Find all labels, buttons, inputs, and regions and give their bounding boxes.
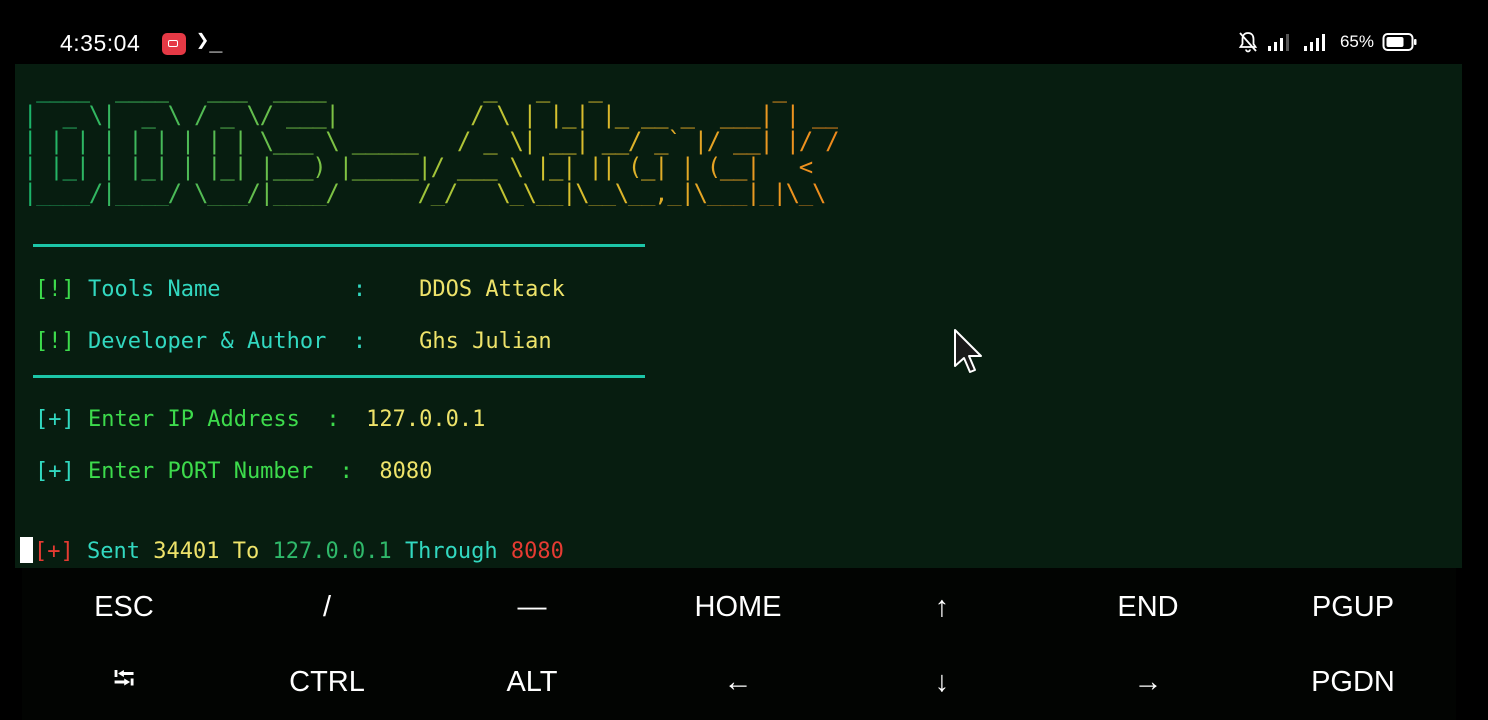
status-bar: 4:35:04 ❯_ 65% — [0, 0, 1488, 64]
key-tab[interactable]: ⭾ — [22, 647, 226, 717]
bell-off-icon — [1238, 31, 1258, 53]
key-alt[interactable]: ALT — [430, 647, 634, 717]
termux-icon: ❯_ — [196, 28, 223, 53]
key-esc[interactable]: ESC — [22, 572, 226, 642]
screen-record-icon — [162, 33, 186, 55]
key-slash[interactable]: / — [225, 572, 429, 642]
key-down-arrow[interactable]: ↓ — [840, 647, 1044, 717]
prompt-line-port: [+] Enter PORT Number : 8080 — [35, 459, 433, 484]
key-right-arrow[interactable]: → — [1046, 647, 1250, 717]
info-line-tool-name: [!] Tools Name : DDOS Attack — [35, 277, 565, 302]
signal-icon-sim2 — [1302, 32, 1330, 52]
key-pgdn[interactable]: PGDN — [1251, 647, 1455, 717]
extra-keys-bar: ESC / — HOME ↑ END PGUP ⭾ CTRL ALT ← ↓ →… — [22, 568, 1456, 720]
key-pgup[interactable]: PGUP — [1251, 572, 1455, 642]
status-right: 65% — [1238, 31, 1418, 53]
signal-icon-sim1 — [1266, 32, 1294, 52]
key-ctrl[interactable]: CTRL — [225, 647, 429, 717]
key-end[interactable]: END — [1046, 572, 1250, 642]
prompt-line-ip: [+] Enter IP Address : 127.0.0.1 — [35, 407, 486, 432]
battery-icon — [1382, 32, 1418, 52]
divider-top — [33, 244, 645, 247]
battery-percent: 65% — [1339, 32, 1374, 51]
terminal-cursor — [20, 537, 33, 563]
key-left-arrow[interactable]: ← — [636, 647, 840, 717]
terminal-output[interactable]: ____ ____ ___ ____ _ _ _ _ | _ \| _ \ / … — [15, 64, 1462, 568]
status-output-line: [+] Sent 34401 To 127.0.0.1 Through 8080 — [20, 537, 564, 564]
info-line-developer: [!] Developer & Author : Ghs Julian — [35, 329, 552, 354]
ddos-attack-banner: ____ ____ ___ ____ _ _ _ _ | _ \| _ \ / … — [23, 75, 840, 207]
key-up-arrow[interactable]: ↑ — [840, 572, 1044, 642]
key-dash[interactable]: — — [430, 572, 634, 642]
key-home[interactable]: HOME — [636, 572, 840, 642]
status-clock: 4:35:04 — [60, 30, 141, 56]
mouse-pointer-icon — [953, 328, 985, 381]
divider-bottom — [33, 375, 645, 378]
